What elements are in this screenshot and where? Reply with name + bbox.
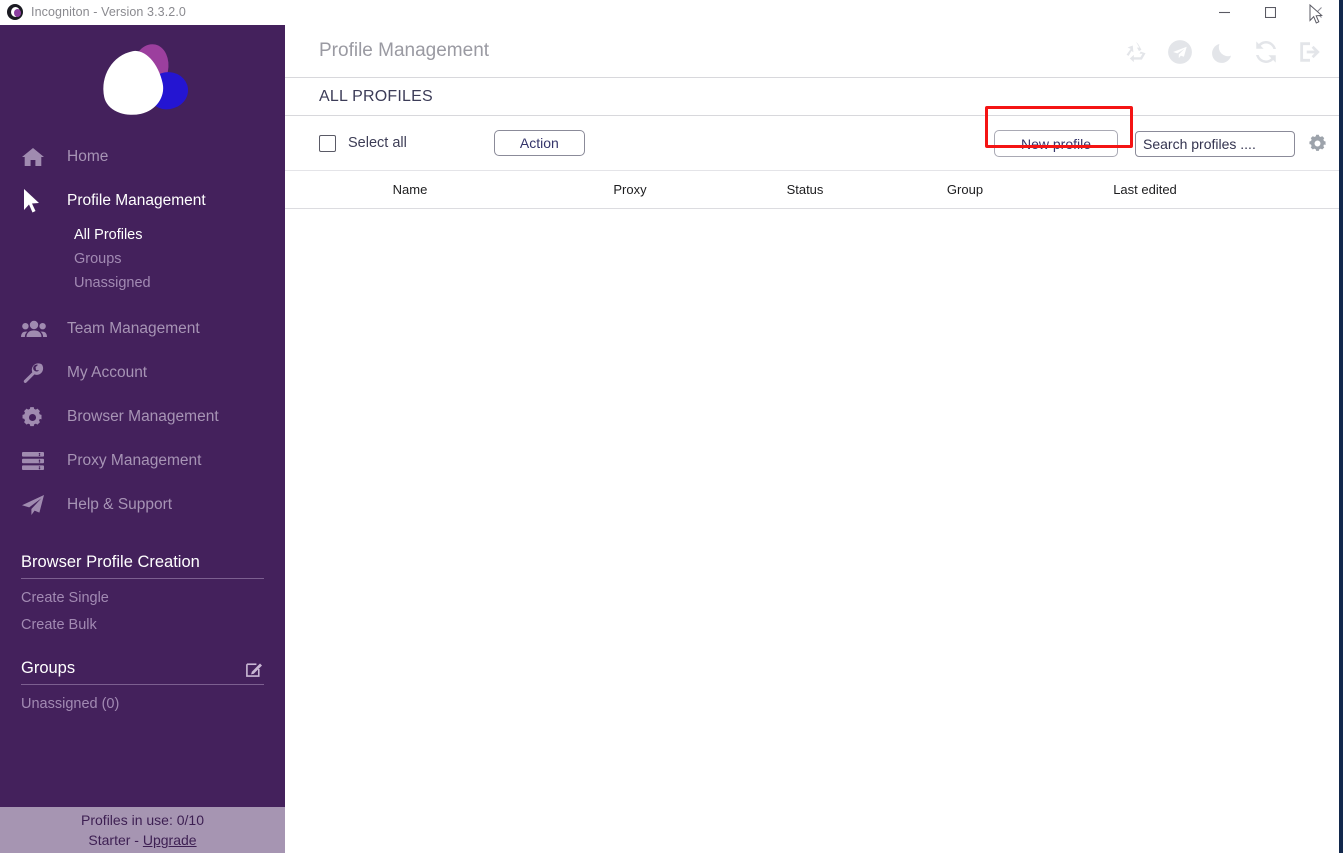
section-title: Browser Profile Creation (21, 553, 200, 571)
section-heading: Groups (21, 659, 264, 685)
sidebar-logo (0, 25, 285, 135)
page-title: Profile Management (319, 40, 490, 61)
column-header-proxy[interactable]: Proxy (535, 182, 725, 197)
column-header-name[interactable]: Name (285, 182, 535, 197)
gear-icon (21, 406, 57, 429)
sidebar-item-create-single[interactable]: Create Single (21, 590, 264, 606)
title-bar: Incogniton - Version 3.3.2.0 (0, 0, 1339, 25)
sidebar-nav: Home Profile Management All Profiles Gro… (0, 135, 285, 527)
edit-square-icon[interactable] (245, 659, 264, 678)
header-action-icons (1123, 25, 1323, 78)
sidebar-item-label: My Account (67, 364, 148, 381)
tab-all-profiles[interactable]: ALL PROFILES (319, 88, 433, 106)
telegram-send-icon[interactable] (1167, 39, 1193, 65)
users-icon (21, 319, 57, 339)
plan-tier-row: Starter - Upgrade (88, 830, 196, 850)
action-button[interactable]: Action (493, 130, 585, 156)
sidebar-item-label: Help & Support (67, 496, 173, 513)
sidebar-item-profile-management[interactable]: Profile Management (0, 179, 285, 223)
plan-status-bar: Profiles in use: 0/10 Starter - Upgrade (0, 807, 285, 853)
sidebar-item-label: Browser Management (67, 408, 219, 425)
section-title: Groups (21, 659, 76, 677)
column-header-last-edited[interactable]: Last edited (1045, 182, 1245, 197)
moon-dark-mode-icon[interactable] (1211, 40, 1235, 64)
sidebar-item-all-profiles[interactable]: All Profiles (74, 223, 285, 247)
sidebar-item-unassigned[interactable]: Unassigned (74, 271, 285, 295)
select-all-control[interactable]: Select all (319, 134, 407, 152)
minimize-button[interactable] (1201, 0, 1247, 25)
sidebar-group-unassigned[interactable]: Unassigned (0) (21, 696, 264, 712)
toolbar-right-controls: New profile (994, 116, 1328, 171)
refresh-sync-icon[interactable] (1253, 39, 1279, 65)
sidebar-item-label: Home (67, 148, 109, 165)
sidebar-item-proxy-management[interactable]: Proxy Management (0, 439, 285, 483)
server-stack-icon (21, 451, 57, 471)
paper-plane-icon (21, 494, 57, 516)
home-icon (21, 146, 57, 168)
sidebar-item-help-support[interactable]: Help & Support (0, 483, 285, 527)
page-header: Profile Management (285, 25, 1339, 78)
sidebar-item-label: Proxy Management (67, 452, 202, 469)
sidebar-item-create-bulk[interactable]: Create Bulk (21, 617, 264, 633)
groups-section: Groups Unassigned (0) (0, 659, 285, 712)
main-content: Profile Management ALL PROFILES Select a… (285, 25, 1339, 853)
profiles-in-use-label: Profiles in use: 0/10 (81, 812, 204, 828)
window-controls (1201, 0, 1339, 25)
sidebar-item-label: Profile Management (67, 192, 206, 209)
sidebar-item-label: Team Management (67, 320, 200, 337)
column-header-group[interactable]: Group (885, 182, 1045, 197)
sidebar-item-browser-management[interactable]: Browser Management (0, 395, 285, 439)
new-profile-button[interactable]: New profile (994, 130, 1118, 157)
close-button[interactable] (1293, 0, 1339, 25)
cursor-pointer-icon (21, 188, 57, 214)
upgrade-link[interactable]: Upgrade (143, 832, 197, 848)
column-header-status[interactable]: Status (725, 182, 885, 197)
sidebar-item-my-account[interactable]: My Account (0, 351, 285, 395)
profiles-table-body (285, 209, 1339, 853)
plan-tier-label: Starter - (88, 832, 143, 848)
tab-bar: ALL PROFILES (285, 78, 1339, 116)
logout-icon[interactable] (1297, 39, 1323, 65)
incogniton-logo-icon (7, 4, 23, 20)
incogniton-butterfly-logo (95, 40, 193, 121)
sidebar-item-team-management[interactable]: Team Management (0, 307, 285, 351)
application-window: Incogniton - Version 3.3.2.0 Home Profil… (0, 0, 1343, 853)
sidebar-item-groups[interactable]: Groups (74, 247, 285, 271)
window-title: Incogniton - Version 3.3.2.0 (31, 5, 186, 19)
select-all-checkbox[interactable] (319, 134, 336, 152)
browser-profile-creation-section: Browser Profile Creation Create Single C… (0, 553, 285, 633)
sidebar: Home Profile Management All Profiles Gro… (0, 25, 285, 853)
profiles-table-header: Name Proxy Status Group Last edited (285, 171, 1339, 209)
gear-icon[interactable] (1307, 133, 1328, 154)
wrench-icon (21, 361, 57, 385)
maximize-button[interactable] (1247, 0, 1293, 25)
select-all-label: Select all (348, 135, 407, 151)
profiles-toolbar: Select all Action New profile (285, 116, 1339, 171)
sidebar-item-home[interactable]: Home (0, 135, 285, 179)
section-heading: Browser Profile Creation (21, 553, 264, 579)
recycle-icon[interactable] (1123, 39, 1149, 65)
sidebar-subnav: All Profiles Groups Unassigned (0, 223, 285, 295)
search-input[interactable] (1135, 130, 1295, 157)
